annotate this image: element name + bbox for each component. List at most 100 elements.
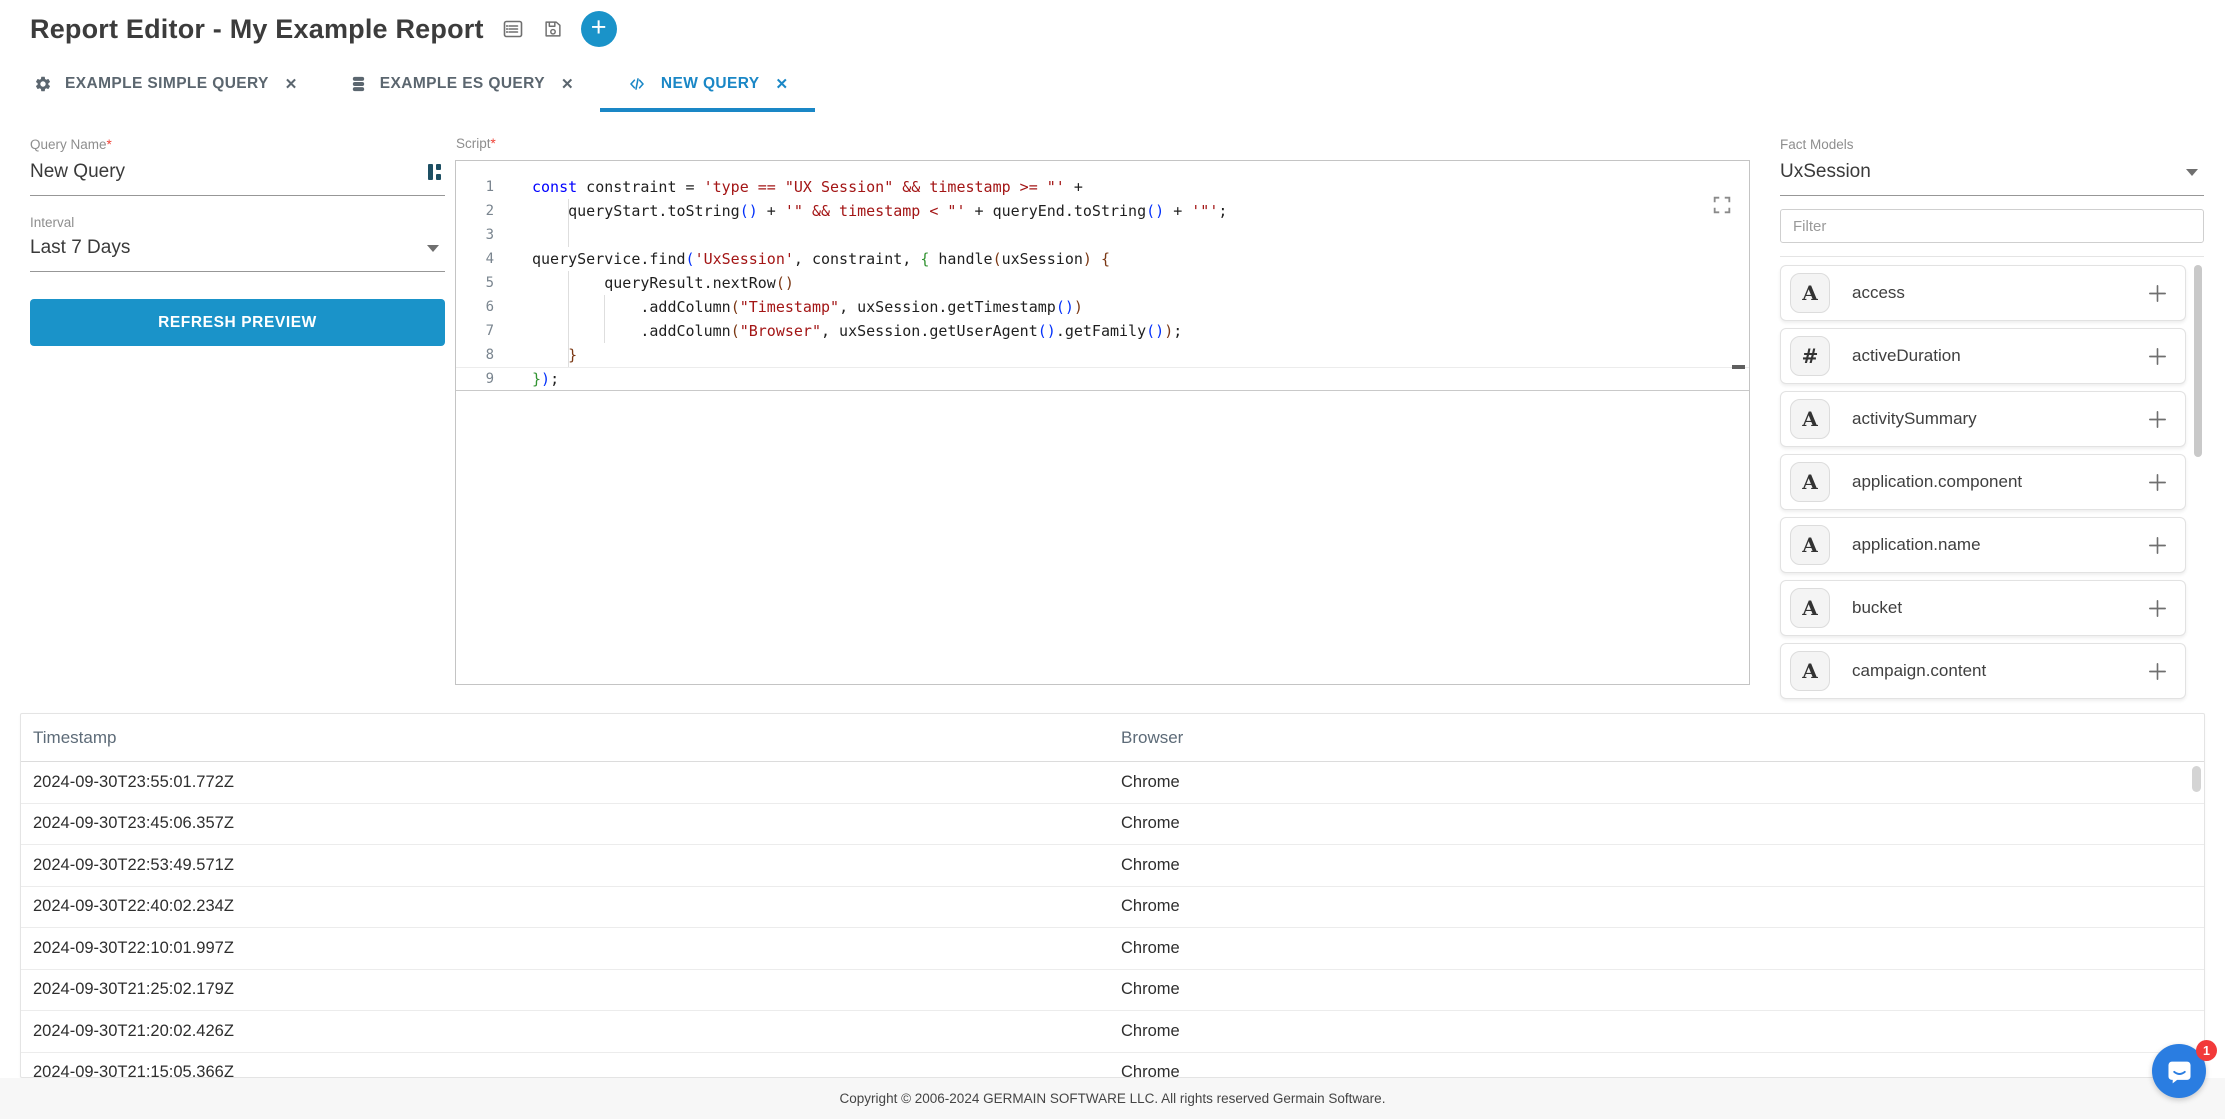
save-report-icon[interactable] xyxy=(542,18,564,40)
code-line[interactable]: 5 queryResult.nextRow() xyxy=(456,271,1749,295)
add-field-icon[interactable] xyxy=(2146,534,2169,557)
add-field-icon[interactable] xyxy=(2146,408,2169,431)
fact-models-panel: Fact Models UxSession Aaccess #activeDura… xyxy=(1780,136,2204,706)
fact-models-label: Fact Models xyxy=(1780,137,1854,152)
text-field-icon: A xyxy=(1790,462,1830,502)
table-row: 2024-09-30T21:25:02.179ZChrome xyxy=(21,970,2204,1012)
table-cell: 2024-09-30T23:55:01.772Z xyxy=(33,773,1121,792)
table-cell: Chrome xyxy=(1121,1022,2204,1041)
number-field-icon: # xyxy=(1790,336,1830,376)
field-name: access xyxy=(1852,283,2146,303)
indent-guide xyxy=(568,271,569,295)
code-text: queryStart.toString() + '" && timestamp … xyxy=(532,199,1749,223)
add-field-icon[interactable] xyxy=(2146,345,2169,368)
fact-model-field-bucket[interactable]: Abucket xyxy=(1780,580,2186,636)
table-row: 2024-09-30T22:10:01.997ZChrome xyxy=(21,928,2204,970)
tab-example-es-query[interactable]: EXAMPLE ES QUERY✕ xyxy=(324,60,600,112)
column-header-browser: Browser xyxy=(1121,728,2204,748)
code-line[interactable]: 6 .addColumn("Timestamp", uxSession.getT… xyxy=(456,295,1749,319)
code-line[interactable]: 1 const constraint = 'type == "UX Session… xyxy=(456,175,1749,199)
fact-model-select[interactable]: UxSession xyxy=(1780,156,2204,196)
fact-model-field-activitysummary[interactable]: AactivitySummary xyxy=(1780,391,2186,447)
table-cell: Chrome xyxy=(1121,773,2204,792)
code-line[interactable]: 8 } xyxy=(456,343,1749,367)
fact-model-field-activeduration[interactable]: #activeDuration xyxy=(1780,328,2186,384)
line-number: 2 xyxy=(456,199,514,223)
line-number: 5 xyxy=(456,271,514,295)
code-line[interactable]: 4 queryService.find('UxSession', constrai… xyxy=(456,247,1749,271)
close-tab-icon[interactable]: ✕ xyxy=(776,75,789,93)
fact-model-field-application-component[interactable]: Aapplication.component xyxy=(1780,454,2186,510)
code-text: queryService.find('UxSession', constrain… xyxy=(532,247,1749,271)
add-field-icon[interactable] xyxy=(2146,597,2169,620)
table-cell: Chrome xyxy=(1121,897,2204,916)
text-field-icon: A xyxy=(1790,525,1830,565)
filter-input[interactable] xyxy=(1780,209,2204,243)
code-text: const constraint = 'type == "UX Session"… xyxy=(532,175,1749,199)
interval-select[interactable]: Last 7 Days xyxy=(30,232,445,272)
tab-example-simple-query[interactable]: EXAMPLE SIMPLE QUERY ✕ xyxy=(30,60,324,112)
table-cell: 2024-09-30T21:20:02.426Z xyxy=(33,1022,1121,1041)
table-header-row: TimestampBrowser xyxy=(21,714,2204,762)
table-cell: 2024-09-30T21:25:02.179Z xyxy=(33,980,1121,999)
table-row: 2024-09-30T23:45:06.357ZChrome xyxy=(21,804,2204,846)
chevron-down-icon xyxy=(2186,169,2198,176)
database-icon xyxy=(350,75,367,93)
close-tab-icon[interactable]: ✕ xyxy=(561,75,574,93)
code-icon xyxy=(626,75,648,93)
scrollbar-thumb[interactable] xyxy=(2194,265,2202,457)
scrollbar-thumb[interactable] xyxy=(2192,766,2201,792)
tab-label: EXAMPLE SIMPLE QUERY xyxy=(65,75,269,93)
table-cell: Chrome xyxy=(1121,856,2204,875)
plus-icon: + xyxy=(591,14,607,41)
divider xyxy=(1780,256,2204,257)
add-field-icon[interactable] xyxy=(2146,660,2169,683)
required-marker: * xyxy=(491,136,496,151)
line-number: 4 xyxy=(456,247,514,271)
line-number: 1 xyxy=(456,175,514,199)
close-tab-icon[interactable]: ✕ xyxy=(285,75,298,93)
table-row: 2024-09-30T21:20:02.426ZChrome xyxy=(21,1011,2204,1053)
report-list-icon[interactable] xyxy=(501,17,525,41)
indent-guide xyxy=(604,319,605,343)
text-field-icon: A xyxy=(1790,273,1830,313)
query-name-label: Query Name* xyxy=(30,137,112,152)
chat-bubble-icon xyxy=(2166,1058,2193,1085)
tab-new-query[interactable]: NEW QUERY ✕ xyxy=(600,60,815,112)
text-field-icon: A xyxy=(1790,651,1830,691)
table-row: 2024-09-30T22:53:49.571ZChrome xyxy=(21,845,2204,887)
add-field-icon[interactable] xyxy=(2146,282,2169,305)
add-query-button[interactable]: + xyxy=(581,11,617,47)
query-tabs: EXAMPLE SIMPLE QUERY✕EXAMPLE ES QUERY✕NE… xyxy=(30,60,815,112)
table-body: 2024-09-30T23:55:01.772ZChrome2024-09-30… xyxy=(21,762,2204,1078)
table-row: 2024-09-30T21:15:05.366ZChrome xyxy=(21,1053,2204,1079)
query-name-field xyxy=(30,156,445,196)
chevron-down-icon xyxy=(427,245,439,252)
table-cell: Chrome xyxy=(1121,939,2204,958)
code-text: queryResult.nextRow() xyxy=(532,271,1749,295)
field-name: application.name xyxy=(1852,535,2146,555)
notification-badge: 1 xyxy=(2196,1040,2217,1061)
column-header-timestamp: Timestamp xyxy=(33,728,1121,748)
add-field-icon[interactable] xyxy=(2146,471,2169,494)
code-line[interactable]: 7 .addColumn("Browser", uxSession.getUse… xyxy=(456,319,1749,343)
table-cell: 2024-09-30T23:45:06.357Z xyxy=(33,814,1121,833)
code-text: .addColumn("Browser", uxSession.getUserA… xyxy=(532,319,1749,343)
field-name: activitySummary xyxy=(1852,409,2146,429)
refresh-preview-button[interactable]: REFRESH PREVIEW xyxy=(30,299,445,346)
code-line[interactable]: 9}); xyxy=(456,367,1749,391)
code-line[interactable]: 2 queryStart.toString() + '" && timestam… xyxy=(456,199,1749,223)
insert-column-icon[interactable] xyxy=(425,162,445,182)
table-row: 2024-09-30T22:40:02.234ZChrome xyxy=(21,887,2204,929)
gear-icon xyxy=(34,75,52,93)
query-name-input[interactable] xyxy=(30,161,380,183)
table-cell: Chrome xyxy=(1121,814,2204,833)
fact-model-field-campaign-content[interactable]: Acampaign.content xyxy=(1780,643,2186,699)
fact-model-field-access[interactable]: Aaccess xyxy=(1780,265,2186,321)
table-cell: 2024-09-30T22:10:01.997Z xyxy=(33,939,1121,958)
script-editor[interactable]: 1 const constraint = 'type == "UX Session… xyxy=(455,160,1750,685)
tab-label: NEW QUERY xyxy=(661,75,760,93)
code-line[interactable]: 3 xyxy=(456,223,1749,247)
fact-model-field-application-name[interactable]: Aapplication.name xyxy=(1780,517,2186,573)
indent-guide xyxy=(568,343,569,367)
